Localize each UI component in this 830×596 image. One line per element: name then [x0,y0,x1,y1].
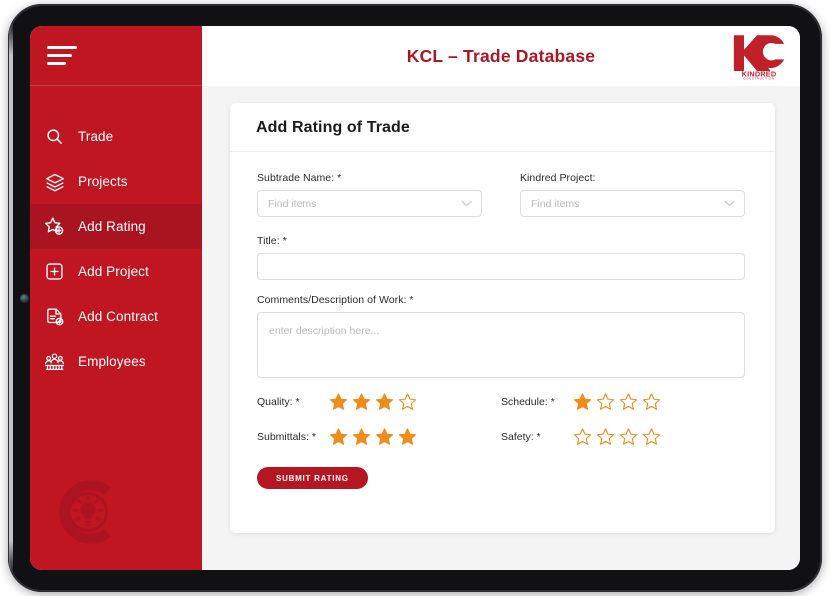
sidebar-item-label: Add Rating [78,219,146,234]
subtrade-placeholder: Find items [268,197,317,210]
add-rating-card: Add Rating of Trade Subtrade Name: * Fin… [230,103,775,533]
star-icon-empty[interactable] [619,392,638,411]
star-icon-filled[interactable] [375,427,394,446]
sidebar-item-projects[interactable]: Projects [30,159,202,204]
project-field: Kindred Project: Find items [520,172,745,217]
sidebar-item-add-contract[interactable]: Add Contract [30,294,202,339]
safety-rating: Safety: * [501,427,745,446]
project-placeholder: Find items [531,197,580,210]
subtrade-field-wrap: Subtrade Name: * Find items [257,172,482,231]
sidebar-item-label: Projects [78,174,128,189]
device-side-highlight [9,22,13,574]
submittals-label: Submittals: * [257,430,316,443]
star-icon-empty[interactable] [596,427,615,446]
sidebar-header [30,26,202,86]
quality-label: Quality: * [257,395,300,408]
quality-stars[interactable] [329,392,417,411]
sidebar-nav: Trade Projects Add Rating Add Project Ad… [30,86,202,384]
people-group-icon [44,351,65,372]
sidebar-item-trade[interactable]: Trade [30,114,202,159]
submit-rating-button[interactable]: SUBMIT RATING [257,467,368,489]
chevron-down-icon [461,198,472,210]
hamburger-line-2 [47,54,72,57]
title-input[interactable] [257,253,745,280]
comments-textarea[interactable]: enter description here... [257,312,745,378]
chevron-down-icon [724,198,735,210]
plus-box-icon [44,261,65,282]
hamburger-icon[interactable] [47,46,77,65]
hamburger-line-1 [47,46,77,49]
card-title: Add Rating of Trade [256,119,410,136]
title-label: Title: * [257,235,287,247]
document-add-icon [44,306,65,327]
content-area: Add Rating of Trade Subtrade Name: * Fin… [202,86,800,570]
star-icon-empty[interactable] [596,392,615,411]
star-icon-filled[interactable] [398,427,417,446]
sidebar-item-add-project[interactable]: Add Project [30,249,202,294]
schedule-rating: Schedule: * [501,392,745,411]
card-body: Subtrade Name: * Find items Kindred Proj… [230,152,775,489]
star-icon-empty[interactable] [642,392,661,411]
ratings-section: Quality: * Schedule: * Submittals: * Saf… [257,392,745,446]
ratings-row-2: Submittals: * Safety: * [257,427,745,446]
top-bar: KCL – Trade Database KINDRED CONSTRUCTIO… [202,26,800,86]
hamburger-line-3 [47,62,66,65]
star-icon-filled[interactable] [329,427,348,446]
safety-stars[interactable] [573,427,661,446]
quality-rating: Quality: * [257,392,501,411]
form-row-1: Subtrade Name: * Find items Kindred Proj… [257,172,745,231]
safety-label: Safety: * [501,430,541,443]
submittals-rating: Submittals: * [257,427,501,446]
sidebar-item-add-rating[interactable]: Add Rating [30,204,202,249]
ratings-row-1: Quality: * Schedule: * [257,392,745,411]
star-icon-empty[interactable] [642,427,661,446]
star-icon-empty[interactable] [619,427,638,446]
comments-field: Comments/Description of Work: * enter de… [257,294,745,378]
sidebar-item-employees[interactable]: Employees [30,339,202,384]
star-plus-icon [44,216,65,237]
svg-text:CONSTRUCTION: CONSTRUCTION [743,77,775,80]
project-select[interactable]: Find items [520,190,745,217]
sidebar-item-label: Add Contract [78,309,158,324]
page-title: KCL – Trade Database [406,45,596,66]
star-icon-filled[interactable] [375,392,394,411]
subtrade-field: Subtrade Name: * Find items [257,172,482,217]
star-icon-filled[interactable] [352,392,371,411]
schedule-label: Schedule: * [501,395,555,408]
comments-label: Comments/Description of Work: * [257,294,414,306]
star-icon-empty[interactable] [573,427,592,446]
project-field-wrap: Kindred Project: Find items [520,172,745,231]
sidebar-item-label: Trade [78,129,114,144]
sidebar: Trade Projects Add Rating Add Project Ad… [30,26,202,570]
kindred-construction-logo: KINDRED CONSTRUCTION [730,32,788,81]
card-header: Add Rating of Trade [230,103,775,152]
star-icon-filled[interactable] [573,392,592,411]
front-camera-icon [20,294,29,303]
tablet-device-frame: Trade Projects Add Rating Add Project Ad… [8,4,822,592]
search-icon [44,126,65,147]
main-area: KCL – Trade Database KINDRED CONSTRUCTIO… [202,26,800,570]
subtrade-select[interactable]: Find items [257,190,482,217]
title-field: Title: * [257,235,745,280]
star-icon-filled[interactable] [352,427,371,446]
submittals-stars[interactable] [329,427,417,446]
sidebar-item-label: Employees [78,354,146,369]
subtrade-label: Subtrade Name: * [257,172,342,184]
tablet-screen: Trade Projects Add Rating Add Project Ad… [30,26,800,570]
star-icon-empty[interactable] [398,392,417,411]
project-label: Kindred Project: [520,172,596,184]
c-lightbulb-watermark [44,468,132,556]
sidebar-item-label: Add Project [78,264,149,279]
star-icon-filled[interactable] [329,392,348,411]
schedule-stars[interactable] [573,392,661,411]
layers-icon [44,171,65,192]
comments-placeholder: enter description here... [269,325,380,337]
